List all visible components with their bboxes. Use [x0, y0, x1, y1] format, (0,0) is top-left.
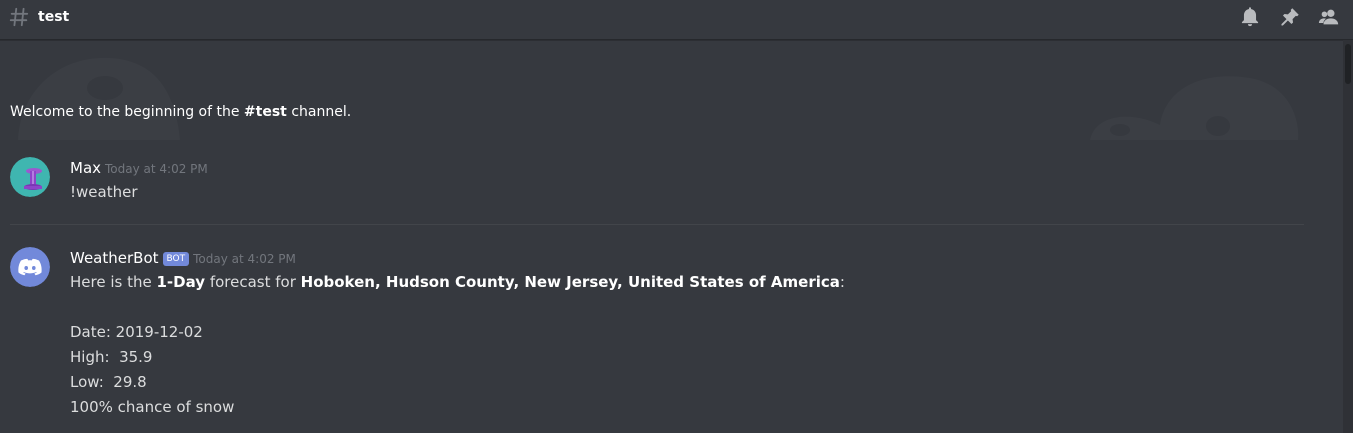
- welcome-prefix: Welcome to the beginning of the: [10, 104, 244, 120]
- pin-icon[interactable]: [1279, 6, 1301, 28]
- members-icon[interactable]: [1318, 6, 1340, 28]
- message-timestamp: Today at 4:02 PM: [193, 252, 296, 266]
- avatar-max[interactable]: [10, 157, 50, 197]
- author-line-max: Max Today at 4:02 PM: [70, 157, 208, 179]
- forecast-high: High: 35.9: [70, 348, 153, 366]
- intro-suffix: :: [839, 273, 845, 291]
- avatar-weatherbot[interactable]: [10, 247, 50, 287]
- intro-middle: forecast for: [205, 273, 301, 291]
- scrollbar-thumb[interactable]: [1345, 44, 1351, 84]
- welcome-channel: #test: [243, 104, 287, 120]
- forecast-snow: 100% chance of snow: [70, 398, 235, 416]
- author-line-weatherbot: WeatherBot BOT Today at 4:02 PM: [70, 247, 296, 269]
- channel-header: test: [0, 0, 1353, 40]
- background-illustration: [18, 57, 1299, 140]
- hash-icon: [9, 7, 29, 27]
- message-content: Here is the 1-Day forecast for Hoboken, …: [70, 270, 845, 420]
- forecast-low: Low: 29.8: [70, 373, 147, 391]
- forecast-intro: Here is the 1-Day forecast for Hoboken, …: [70, 270, 845, 295]
- welcome-message: Welcome to the beginning of the #test ch…: [10, 102, 351, 122]
- message-text: !weather: [70, 183, 138, 201]
- intro-prefix: Here is the: [70, 273, 157, 291]
- chat-app: test Welcome to the beginning of the #te…: [0, 0, 1353, 433]
- forecast-location: Hoboken, Hudson County, New Jersey, Unit…: [300, 273, 840, 291]
- bot-tag: BOT: [162, 252, 190, 266]
- channel-name: test: [38, 9, 70, 25]
- bell-icon[interactable]: [1239, 6, 1261, 28]
- forecast-date: Date: 2019-12-02: [70, 323, 203, 341]
- author-name[interactable]: Max: [70, 159, 101, 177]
- message-content: !weather: [70, 180, 138, 205]
- forecast-type: 1-Day: [156, 273, 206, 291]
- scrollbar-track[interactable]: [1343, 40, 1353, 433]
- author-name[interactable]: WeatherBot: [70, 249, 159, 267]
- message-timestamp: Today at 4:02 PM: [105, 162, 208, 176]
- welcome-suffix: channel.: [286, 104, 352, 120]
- message-weatherbot: WeatherBot BOT Today at 4:02 PM Here is th…: [0, 240, 1330, 433]
- message-max: Max Today at 4:02 PM !weather: [0, 150, 1330, 210]
- message-divider: [10, 224, 1304, 225]
